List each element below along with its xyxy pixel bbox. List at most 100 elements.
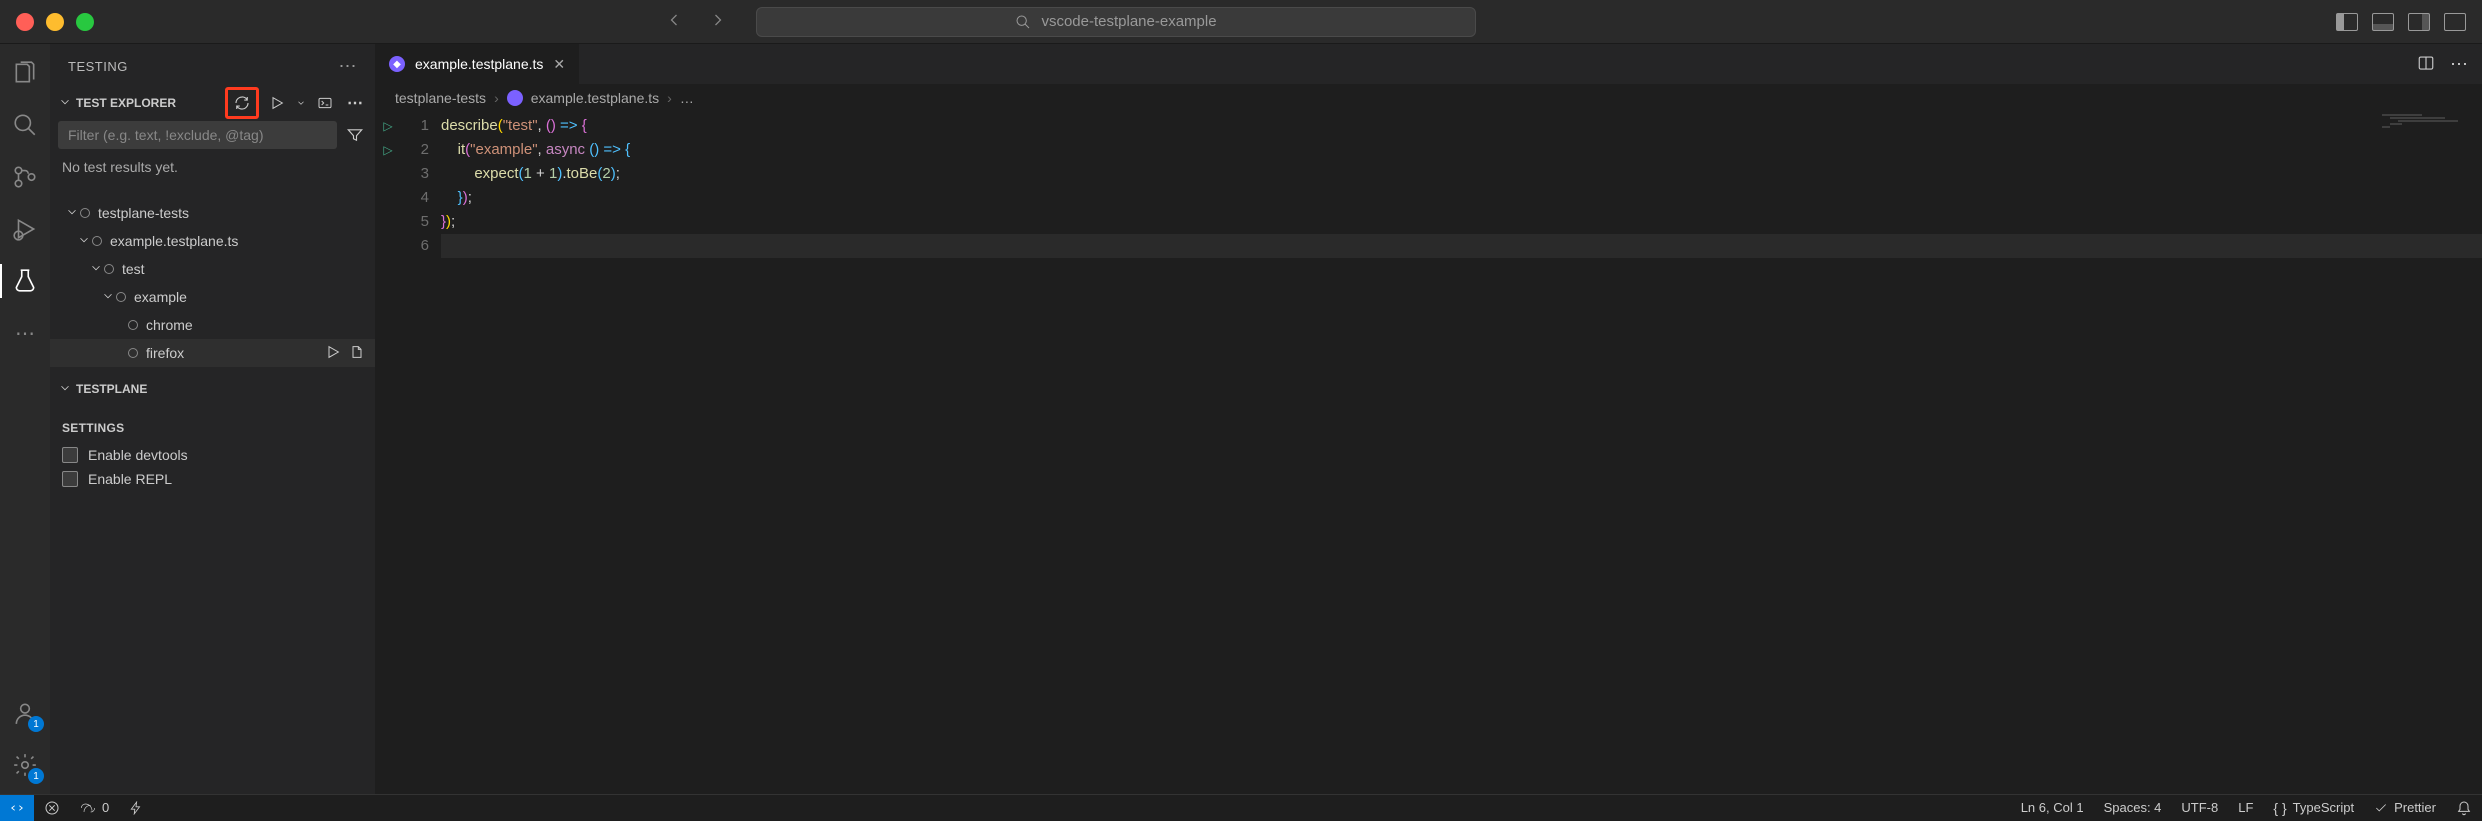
- toggle-secondary-sidebar-button[interactable]: [2408, 13, 2430, 31]
- indentation-text: Spaces: 4: [2104, 800, 2162, 815]
- encoding-text: UTF-8: [2181, 800, 2218, 815]
- status-dot-icon: [104, 264, 114, 274]
- test-explorer-more-button[interactable]: ⋯: [343, 91, 367, 115]
- tree-browser-firefox[interactable]: firefox: [50, 339, 375, 367]
- test-tree: testplane-tests example.testplane.ts tes…: [50, 181, 375, 367]
- status-dot-icon: [92, 236, 102, 246]
- settings-badge: 1: [28, 768, 44, 784]
- remote-button[interactable]: [0, 795, 34, 821]
- nav-back-button[interactable]: [664, 10, 684, 33]
- notifications-button[interactable]: [2446, 795, 2482, 821]
- chevron-down-icon: [58, 95, 72, 112]
- sidebar-more-button[interactable]: ⋯: [339, 56, 358, 77]
- line-number: 6: [401, 234, 429, 258]
- status-bar: 0 Ln 6, Col 1 Spaces: 4 UTF-8 LF { } Typ…: [0, 794, 2482, 820]
- nav-arrows: [664, 10, 728, 33]
- activity-bar: ⋯ 1 1: [0, 44, 50, 794]
- tab-label: example.testplane.ts: [415, 56, 543, 72]
- close-tab-button[interactable]: ✕: [553, 56, 565, 73]
- minimize-window-button[interactable]: [46, 13, 64, 31]
- chevron-down-icon: [58, 381, 72, 398]
- go-to-file-button[interactable]: [349, 344, 365, 363]
- setting-repl-label: Enable REPL: [88, 471, 172, 487]
- testing-tab[interactable]: [8, 264, 42, 298]
- tree-browser-label: chrome: [146, 317, 193, 333]
- accounts-button[interactable]: 1: [8, 696, 42, 730]
- window-controls: [16, 13, 94, 31]
- no-results-text: No test results yet.: [50, 153, 375, 181]
- nav-forward-button[interactable]: [708, 10, 728, 33]
- command-center-search[interactable]: vscode-testplane-example: [756, 7, 1476, 37]
- thunder-button[interactable]: [119, 795, 153, 821]
- line-number: 4: [401, 186, 429, 210]
- search-icon: [1015, 14, 1031, 30]
- language-mode-button[interactable]: { } TypeScript: [2263, 795, 2364, 821]
- cursor-position-button[interactable]: Ln 6, Col 1: [2011, 795, 2094, 821]
- run-all-tests-button[interactable]: [265, 91, 289, 115]
- layout-controls: [2336, 13, 2466, 31]
- ports-button[interactable]: 0: [70, 795, 119, 821]
- testplane-file-icon: ◆: [389, 56, 405, 72]
- run-dropdown-button[interactable]: [295, 91, 307, 115]
- line-number: 2: [401, 138, 429, 162]
- prettier-text: Prettier: [2394, 800, 2436, 815]
- maximize-window-button[interactable]: [76, 13, 94, 31]
- errors-warnings-button[interactable]: [34, 795, 70, 821]
- breadcrumb-separator-icon: ›: [667, 90, 672, 106]
- setting-devtools[interactable]: Enable devtools: [50, 443, 375, 467]
- toggle-primary-sidebar-button[interactable]: [2336, 13, 2358, 31]
- tab-example-testplane[interactable]: ◆ example.testplane.ts ✕: [375, 44, 580, 84]
- test-explorer-header[interactable]: TEST EXPLORER ⋯: [50, 89, 375, 117]
- indentation-button[interactable]: Spaces: 4: [2094, 795, 2172, 821]
- tree-spec[interactable]: example: [50, 283, 375, 311]
- title-bar: vscode-testplane-example: [0, 0, 2482, 44]
- tree-spec-label: example: [134, 289, 187, 305]
- status-dot-icon: [116, 292, 126, 302]
- code-editor[interactable]: ▷ ▷ 1 2 3 4 5 6 describe("test", () => {…: [375, 112, 2482, 794]
- editor-more-button[interactable]: ⋯: [2450, 54, 2468, 75]
- test-explorer-label: TEST EXPLORER: [76, 96, 176, 110]
- testplane-header[interactable]: TESTPLANE: [50, 375, 375, 403]
- eol-button[interactable]: LF: [2228, 795, 2263, 821]
- settings-header: SETTINGS: [50, 403, 375, 443]
- minimap[interactable]: [2382, 114, 2482, 134]
- show-output-button[interactable]: [313, 91, 337, 115]
- close-window-button[interactable]: [16, 13, 34, 31]
- filter-tests-input[interactable]: [58, 121, 337, 149]
- more-views-button[interactable]: ⋯: [8, 316, 42, 350]
- settings-button[interactable]: 1: [8, 748, 42, 782]
- breadcrumb-file[interactable]: example.testplane.ts: [531, 90, 659, 106]
- breadcrumbs[interactable]: testplane-tests › example.testplane.ts ›…: [375, 84, 2482, 112]
- gutter-run-button[interactable]: ▷: [375, 114, 401, 138]
- customize-layout-button[interactable]: [2444, 13, 2466, 31]
- tree-root[interactable]: testplane-tests: [50, 199, 375, 227]
- checkbox-repl[interactable]: [62, 471, 78, 487]
- toggle-panel-button[interactable]: [2372, 13, 2394, 31]
- breadcrumb-separator-icon: ›: [494, 90, 499, 106]
- tree-browser-chrome[interactable]: chrome: [50, 311, 375, 339]
- line-numbers: 1 2 3 4 5 6: [401, 112, 441, 794]
- line-number: 1: [401, 114, 429, 138]
- filter-icon[interactable]: [343, 123, 367, 147]
- breadcrumb-trail[interactable]: …: [680, 90, 694, 106]
- search-tab[interactable]: [8, 108, 42, 142]
- encoding-button[interactable]: UTF-8: [2171, 795, 2228, 821]
- code-content[interactable]: describe("test", () => { it("example", a…: [441, 112, 2482, 794]
- explorer-tab[interactable]: [8, 56, 42, 90]
- test-gutter: ▷ ▷: [375, 112, 401, 794]
- split-editor-button[interactable]: [2416, 54, 2436, 75]
- accounts-badge: 1: [28, 716, 44, 732]
- setting-devtools-label: Enable devtools: [88, 447, 188, 463]
- run-debug-tab[interactable]: [8, 212, 42, 246]
- setting-repl[interactable]: Enable REPL: [50, 467, 375, 491]
- checkbox-devtools[interactable]: [62, 447, 78, 463]
- breadcrumb-folder[interactable]: testplane-tests: [395, 90, 486, 106]
- tree-suite[interactable]: test: [50, 255, 375, 283]
- tree-file[interactable]: example.testplane.ts: [50, 227, 375, 255]
- tree-file-label: example.testplane.ts: [110, 233, 238, 249]
- prettier-button[interactable]: Prettier: [2364, 795, 2446, 821]
- run-test-button[interactable]: [325, 344, 341, 363]
- source-control-tab[interactable]: [8, 160, 42, 194]
- refresh-tests-button[interactable]: [225, 87, 259, 119]
- gutter-run-button[interactable]: ▷: [375, 138, 401, 162]
